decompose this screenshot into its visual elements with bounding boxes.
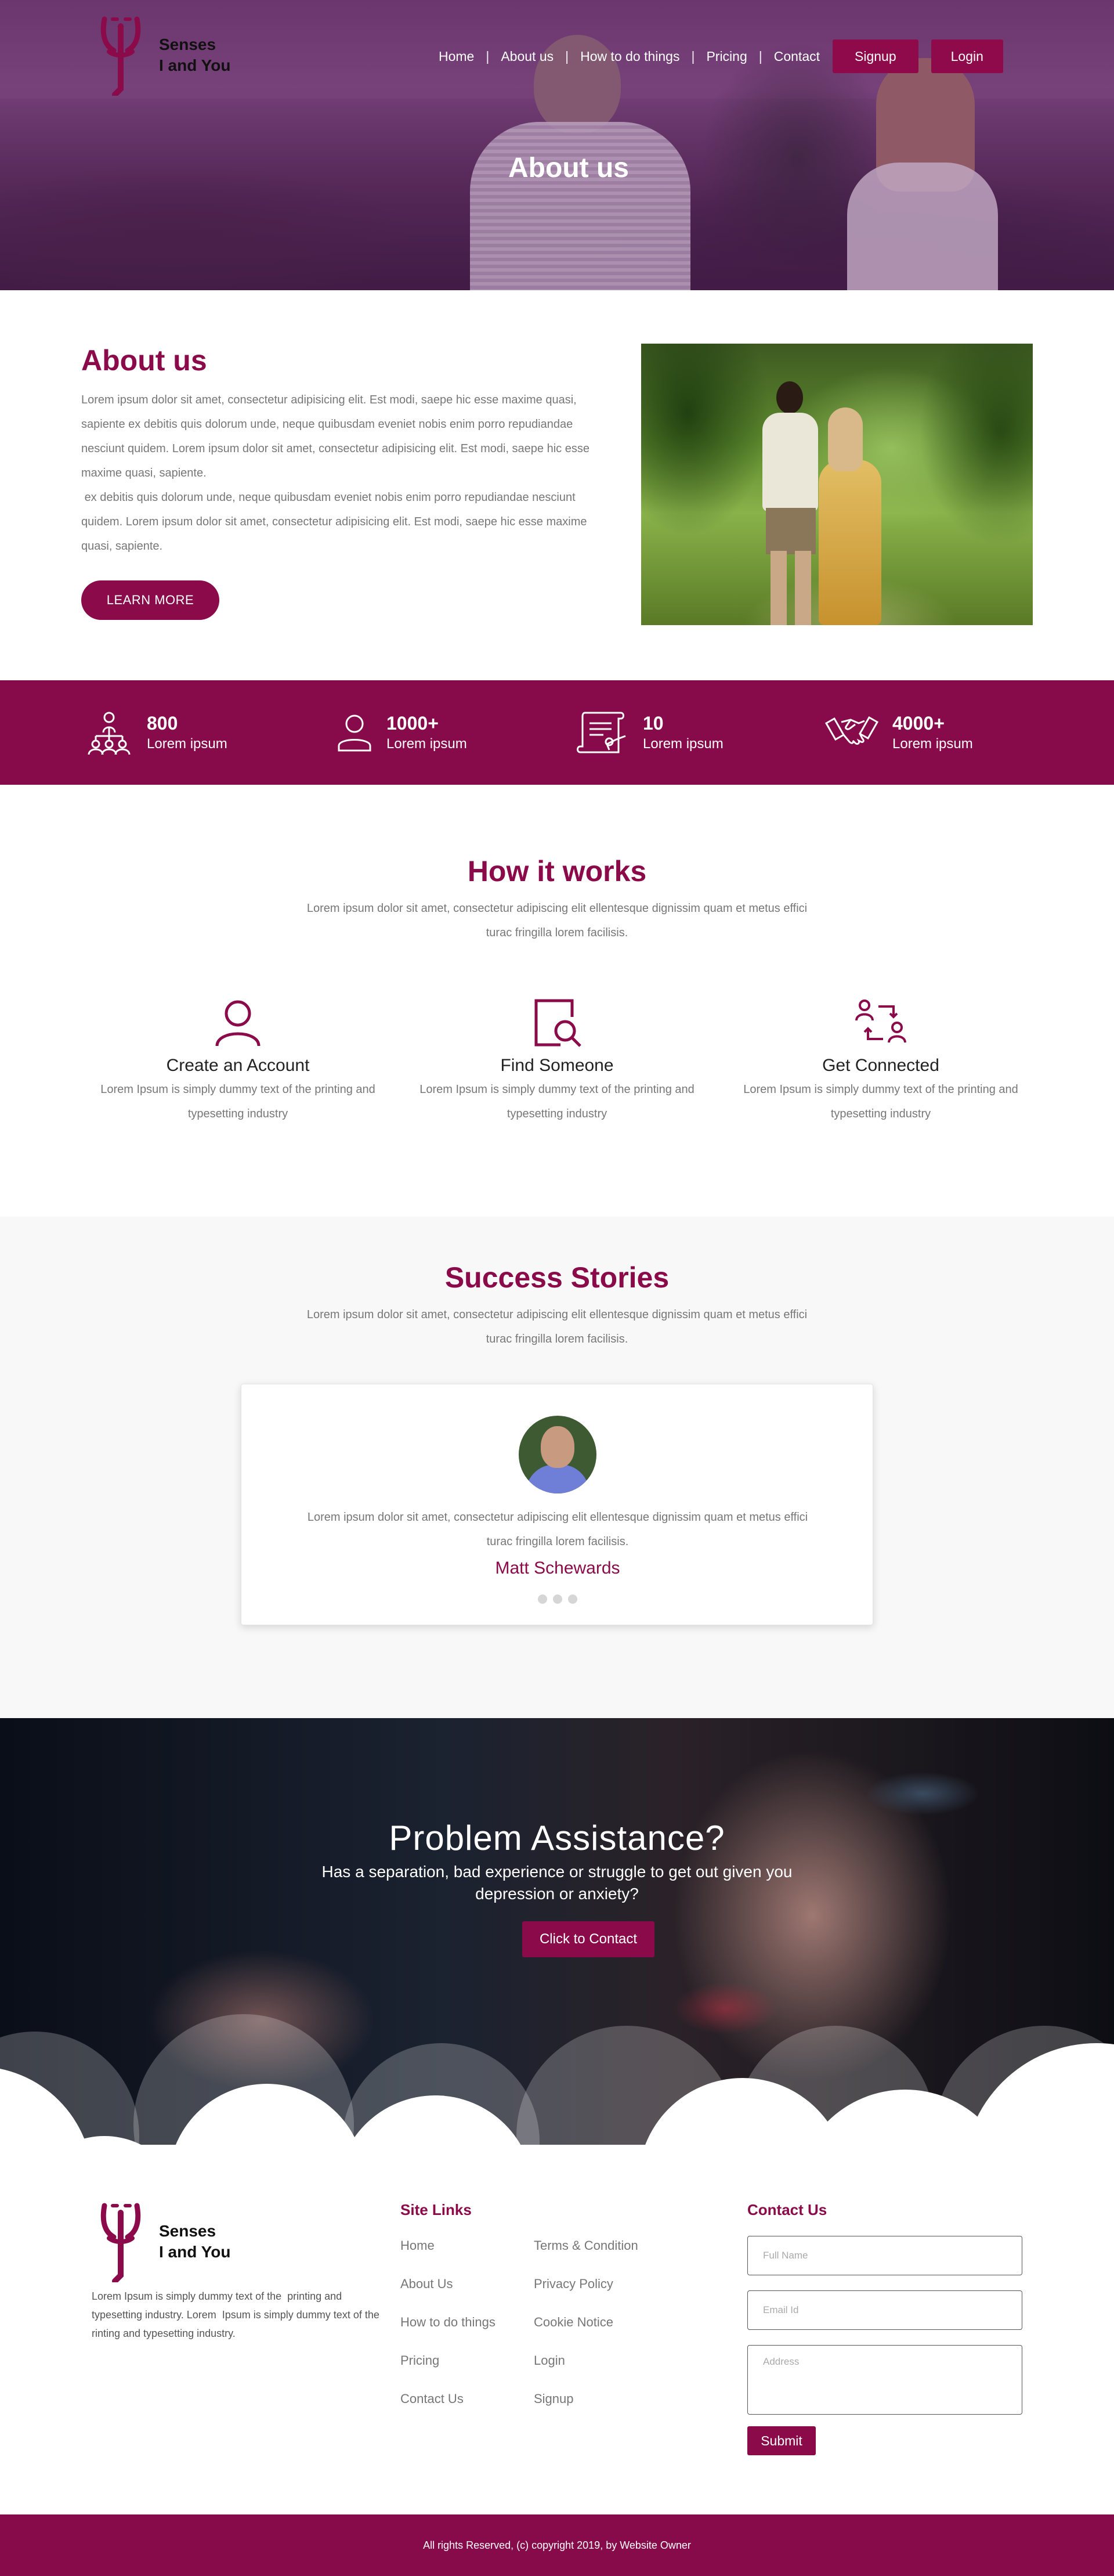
step-find-someone: Find Someone Lorem Ipsum is simply dummy… <box>412 993 702 1126</box>
step-title: Get Connected <box>822 1056 939 1075</box>
testimonial-name: Matt Schewards <box>495 1558 620 1578</box>
success-stories-subtitle: Lorem ipsum dolor sit amet, consectetur … <box>306 1308 808 1345</box>
header-logo[interactable]: Senses I and You <box>92 15 230 98</box>
how-it-works-subtitle: Lorem ipsum dolor sit amet, consectetur … <box>306 902 808 939</box>
step-text: Lorem Ipsum is simply dummy text of the … <box>100 1083 375 1120</box>
step-title: Find Someone <box>500 1056 614 1075</box>
stat-item: 800 Lorem ipsum <box>84 680 227 785</box>
copyright-text: All rights Reserved, (c) copyright 2019,… <box>423 2539 691 2551</box>
nav-separator: | <box>758 48 762 64</box>
connect-icon <box>736 993 1026 1048</box>
carousel-dots <box>241 1594 874 1604</box>
stat-value: 800 <box>147 713 178 734</box>
address-placeholder: Address <box>763 2356 800 2367</box>
stat-label: Lorem ipsum <box>643 736 724 752</box>
contact-us-heading: Contact Us <box>747 2201 827 2218</box>
full-name-field[interactable]: Full Name <box>747 2236 1022 2275</box>
learn-more-button[interactable]: LEARN MORE <box>81 580 219 620</box>
nav-separator: | <box>565 48 569 64</box>
stat-item: 4000+ Lorem ipsum <box>824 680 973 785</box>
handshake-icon <box>824 709 880 756</box>
footer-link-cookie[interactable]: Cookie Notice <box>534 2315 613 2330</box>
carousel-dot[interactable] <box>553 1594 562 1604</box>
address-field[interactable]: Address <box>747 2345 1022 2415</box>
nav-separator: | <box>691 48 695 64</box>
nav-how-to[interactable]: How to do things <box>580 49 679 64</box>
nav-home[interactable]: Home <box>439 49 474 64</box>
logo-icon <box>92 15 150 98</box>
stats-bar: 800 Lorem ipsum 1000+ Lorem ipsum 10 Lor… <box>0 680 1114 785</box>
stat-item: 10 Lorem ipsum <box>574 680 724 785</box>
problem-title: Problem Assistance? <box>389 1819 725 1857</box>
footer-link-about[interactable]: About Us <box>400 2276 453 2292</box>
footer-link-contact[interactable]: Contact Us <box>400 2391 464 2407</box>
stat-value: 1000+ <box>386 713 439 734</box>
logo-text: Senses I and You <box>159 34 230 76</box>
testimonial-card: Lorem ipsum dolor sit amet, consectetur … <box>241 1384 873 1625</box>
footer-link-login[interactable]: Login <box>534 2353 565 2368</box>
testimonial-text: Lorem ipsum dolor sit amet, consectetur … <box>307 1511 808 1548</box>
logo-line-2: I and You <box>159 2243 231 2261</box>
about-paragraph-1: Lorem ipsum dolor sit amet, consectetur … <box>81 394 589 479</box>
about-paragraph-2: ex debitis quis dolorum unde, neque quib… <box>81 491 591 553</box>
main-nav: Home | About us | How to do things | Pri… <box>439 39 1003 73</box>
user-icon <box>335 712 374 753</box>
carousel-dot[interactable] <box>538 1594 547 1604</box>
email-field[interactable]: Email Id <box>747 2290 1022 2330</box>
success-stories-title: Success Stories <box>444 1261 670 1294</box>
nav-contact[interactable]: Contact <box>774 49 820 64</box>
footer-about-text: Lorem Ipsum is simply dummy text of the … <box>92 2290 388 2339</box>
footer-link-pricing[interactable]: Pricing <box>400 2353 439 2368</box>
copyright-bar: All rights Reserved, (c) copyright 2019,… <box>0 2514 1114 2576</box>
about-photo-couple <box>641 344 1033 625</box>
footer-logo[interactable]: Senses I and You <box>92 2201 230 2284</box>
about-text: Lorem ipsum dolor sit amet, consectetur … <box>81 388 603 558</box>
problem-subtitle: Has a separation, bad experience or stru… <box>321 1863 793 1903</box>
stat-label: Lorem ipsum <box>892 736 973 752</box>
logo-line-2: I and You <box>159 56 231 74</box>
group-icon <box>84 709 134 756</box>
hero-title: About us <box>508 153 629 183</box>
stat-label: Lorem ipsum <box>147 736 227 752</box>
step-create-account: Create an Account Lorem Ipsum is simply … <box>93 993 383 1126</box>
logo-icon <box>92 2201 150 2284</box>
logo-line-1: Senses <box>159 2222 216 2240</box>
how-it-works-title: How it works <box>467 855 647 887</box>
stat-item: 1000+ Lorem ipsum <box>335 680 467 785</box>
stat-value: 4000+ <box>892 713 945 734</box>
stat-value: 10 <box>643 713 664 734</box>
click-to-contact-button[interactable]: Click to Contact <box>522 1921 654 1957</box>
step-title: Create an Account <box>166 1056 310 1075</box>
logo-text: Senses I and You <box>159 2221 230 2263</box>
stat-label: Lorem ipsum <box>386 736 467 752</box>
footer-link-privacy[interactable]: Privacy Policy <box>534 2276 613 2292</box>
about-title: About us <box>81 344 207 377</box>
search-icon <box>412 993 702 1048</box>
footer-link-signup[interactable]: Signup <box>534 2391 574 2407</box>
carousel-dot[interactable] <box>568 1594 577 1604</box>
submit-button[interactable]: Submit <box>747 2426 816 2455</box>
certificate-icon <box>574 709 630 756</box>
nav-about[interactable]: About us <box>501 49 554 64</box>
full-name-placeholder: Full Name <box>763 2250 808 2261</box>
step-get-connected: Get Connected Lorem Ipsum is simply dumm… <box>736 993 1026 1126</box>
step-text: Lorem Ipsum is simply dummy text of the … <box>743 1083 1018 1120</box>
nav-pricing[interactable]: Pricing <box>706 49 747 64</box>
avatar <box>519 1416 596 1493</box>
footer-link-how-to[interactable]: How to do things <box>400 2315 495 2330</box>
hero-banner: Senses I and You Home | About us | How t… <box>0 0 1114 290</box>
site-links-heading: Site Links <box>400 2201 472 2218</box>
login-button[interactable]: Login <box>931 39 1003 73</box>
account-icon <box>93 993 383 1048</box>
email-placeholder: Email Id <box>763 2304 799 2315</box>
problem-assistance-section: Problem Assistance? Has a separation, ba… <box>0 1718 1114 2148</box>
nav-separator: | <box>486 48 490 64</box>
logo-line-1: Senses <box>159 35 216 53</box>
signup-button[interactable]: Signup <box>833 39 918 73</box>
footer-link-home[interactable]: Home <box>400 2238 435 2253</box>
footer-link-terms[interactable]: Terms & Condition <box>534 2238 638 2253</box>
step-text: Lorem Ipsum is simply dummy text of the … <box>419 1083 695 1120</box>
